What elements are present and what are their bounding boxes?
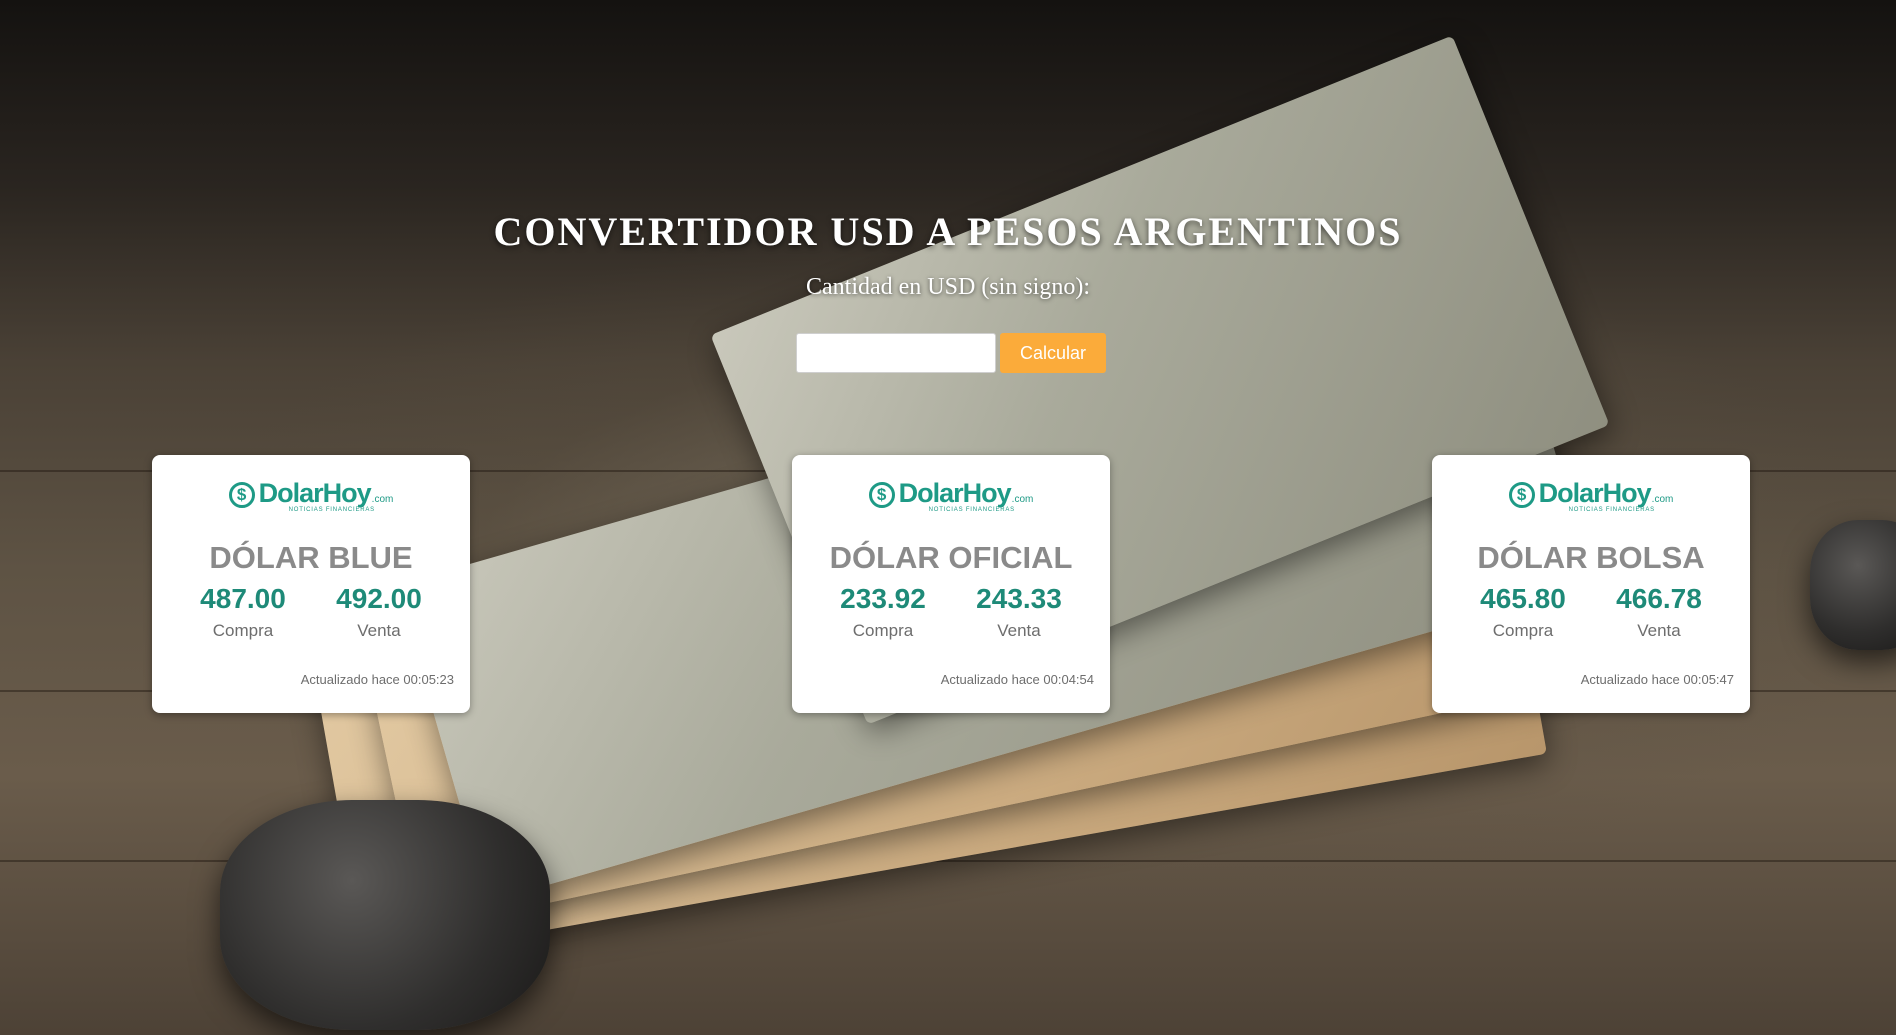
page-title: CONVERTIDOR USD A PESOS ARGENTINOS [493,209,1403,254]
dollar-coin-icon: $ [1508,482,1535,508]
card-title: DÓLAR OFICIAL [829,540,1073,575]
buy-rate: 487.00 Compra [175,583,311,641]
logo-suffix: .com [371,494,394,505]
updated-timestamp: Actualizado hace 00:05:47 [1580,672,1734,687]
logo-wordmark: DolarHoy [898,478,1012,508]
dollar-coin-icon: $ [868,482,895,508]
sell-label: Venta [1637,621,1681,640]
logo-tagline: NOTICIAS FINANCIERAS [288,507,375,513]
sell-label: Venta [997,621,1041,640]
updated-timestamp: Actualizado hace 00:04:54 [940,672,1094,687]
buy-value: 233.92 [840,583,926,614]
logo-tagline: NOTICIAS FINANCIERAS [1568,507,1655,513]
sell-rate: 243.33 Venta [951,583,1087,641]
buy-label: Compra [852,621,914,640]
card-title: DÓLAR BLUE [209,540,413,575]
logo-suffix: .com [1011,494,1034,505]
sell-rate: 492.00 Venta [311,583,447,641]
buy-rate: 465.80 Compra [1455,583,1591,641]
dollar-coin-icon: $ [228,482,255,508]
logo-suffix: .com [1651,494,1674,505]
buy-label: Compra [212,621,274,640]
logo-tagline: NOTICIAS FINANCIERAS [928,507,1015,513]
converter-page: CONVERTIDOR USD A PESOS ARGENTINOS Canti… [0,0,1896,1035]
card-title: DÓLAR BOLSA [1477,540,1705,575]
rate-card-blue: $ DolarHoy .com NOTICIAS FINANCIERAS DÓL… [152,455,470,713]
logo-wordmark: DolarHoy [1538,478,1652,508]
usd-amount-label: Cantidad en USD (sin signo): [806,274,1090,300]
buy-value: 487.00 [200,583,286,614]
calculate-button[interactable]: Calcular [1000,333,1106,373]
sell-label: Venta [357,621,401,640]
sell-value: 243.33 [976,583,1062,614]
sell-value: 466.78 [1616,583,1702,614]
dolarhoy-logo: $ DolarHoy .com NOTICIAS FINANCIERAS [792,480,1110,514]
dolarhoy-logo: $ DolarHoy .com NOTICIAS FINANCIERAS [152,480,470,514]
rate-card-bolsa: $ DolarHoy .com NOTICIAS FINANCIERAS DÓL… [1432,455,1750,713]
sell-value: 492.00 [336,583,422,614]
sell-rate: 466.78 Venta [1591,583,1727,641]
logo-wordmark: DolarHoy [258,478,372,508]
buy-label: Compra [1492,621,1554,640]
converter-form: Calcular [796,333,1106,373]
buy-value: 465.80 [1480,583,1566,614]
rate-card-oficial: $ DolarHoy .com NOTICIAS FINANCIERAS DÓL… [792,455,1110,713]
dolarhoy-logo: $ DolarHoy .com NOTICIAS FINANCIERAS [1432,480,1750,514]
buy-rate: 233.92 Compra [815,583,951,641]
updated-timestamp: Actualizado hace 00:05:23 [300,672,454,687]
usd-amount-input[interactable] [796,333,996,373]
